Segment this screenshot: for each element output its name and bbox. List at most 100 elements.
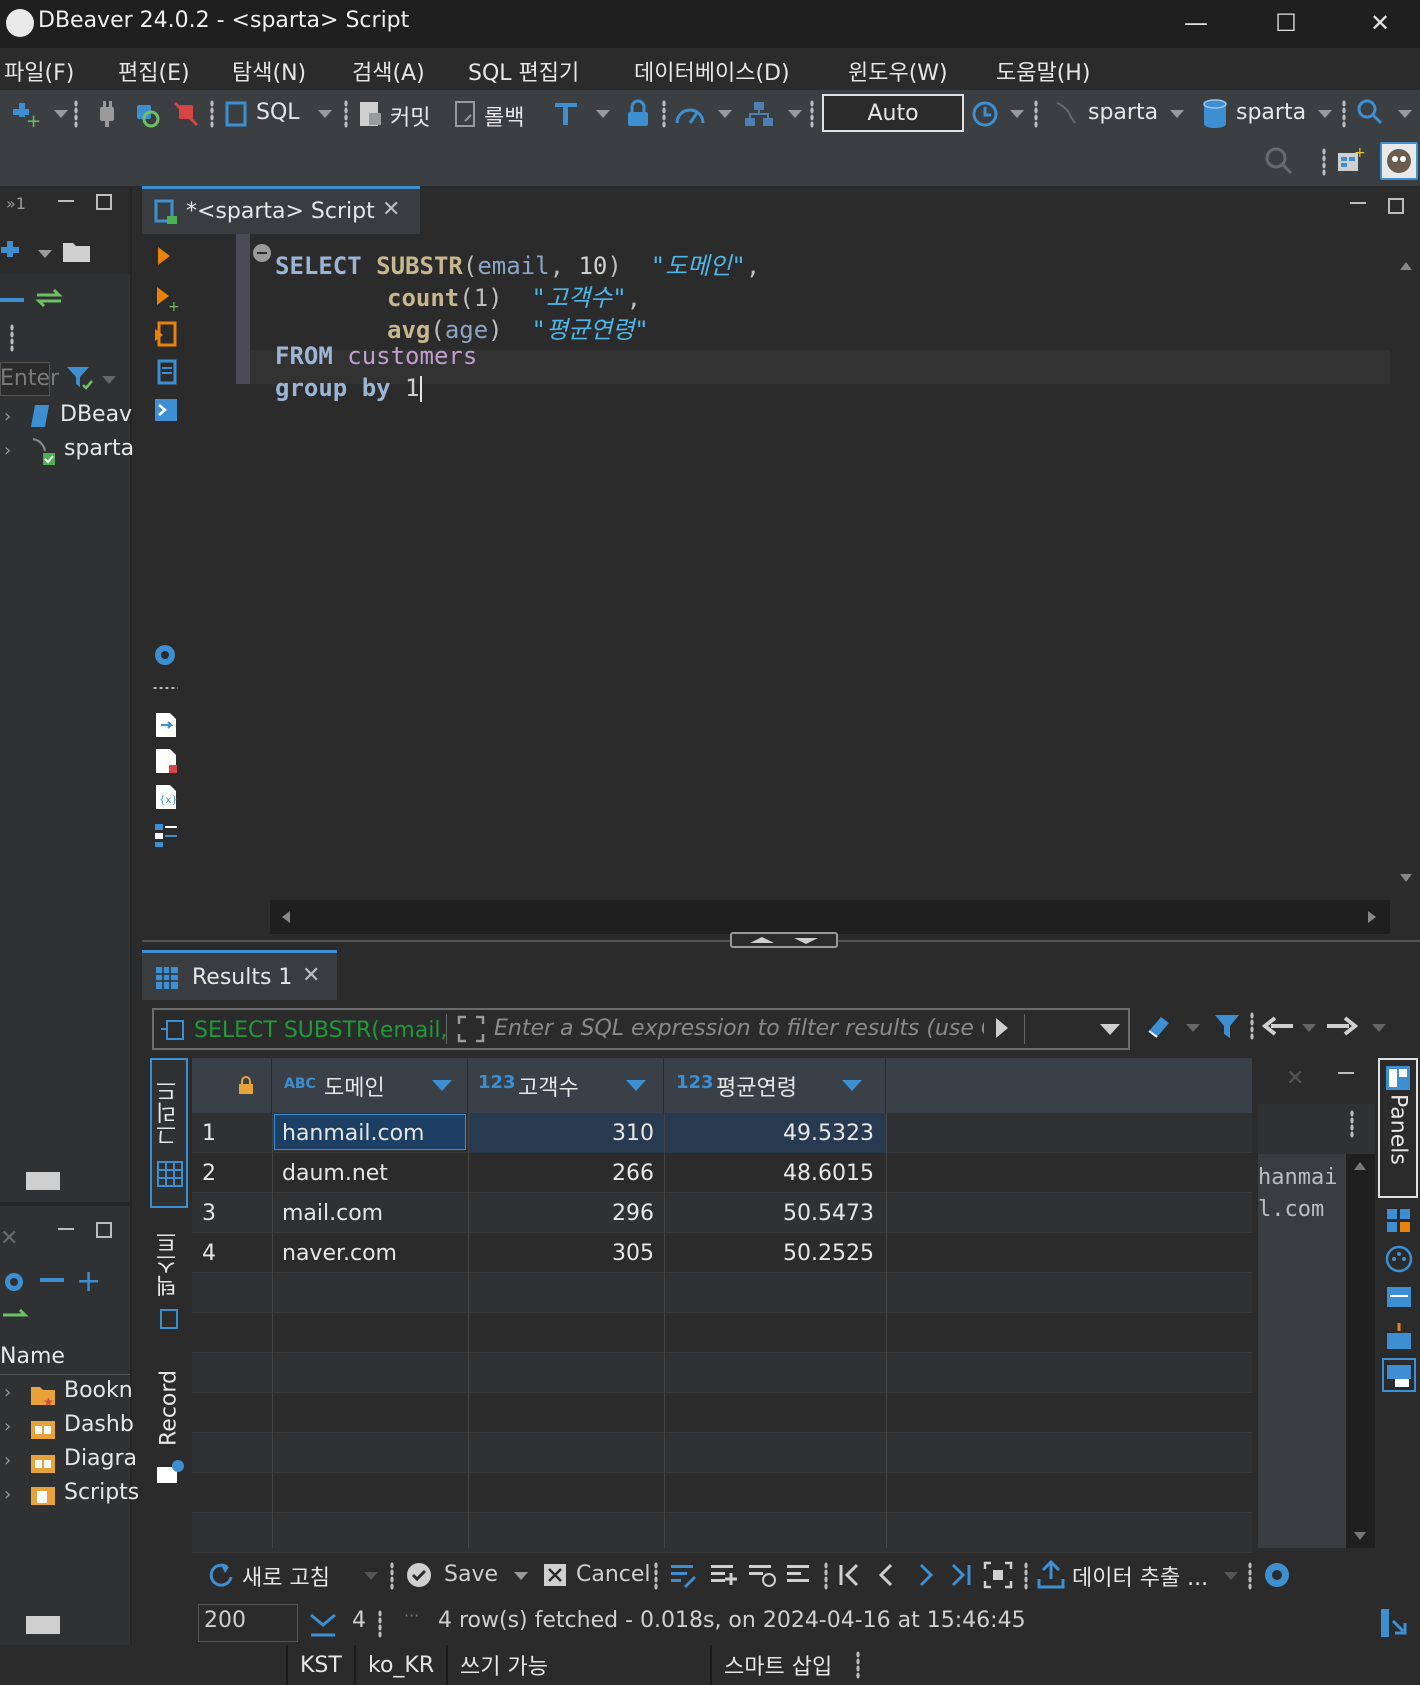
duplicate-row-icon[interactable] [746,1560,778,1590]
cell-customer-count[interactable]: 266 [472,1161,654,1186]
commit-icon[interactable] [356,98,384,130]
export-script-icon[interactable] [152,710,180,740]
menu-edit[interactable]: 편집(E) [118,55,190,87]
edit-cell-icon[interactable] [668,1560,700,1590]
table-row[interactable]: 4 naver.com 305 50.2525 [192,1233,1252,1273]
script-errors-icon[interactable] [152,746,180,776]
search-icon[interactable] [1354,96,1386,128]
cell-average-age[interactable]: 49.5323 [668,1121,874,1146]
table-row[interactable]: 2 daum.net 266 48.6015 [192,1153,1252,1193]
add-row-icon[interactable] [708,1560,740,1590]
execute-in-new-tab-icon[interactable]: + [152,284,180,312]
new-folder-icon[interactable] [60,236,94,266]
link-with-editor-icon[interactable] [32,284,66,312]
project-item-scripts[interactable]: Scripts [64,1480,139,1505]
filter-icon[interactable] [64,362,96,394]
fetch-size-input[interactable]: 200 [204,1608,246,1633]
active-schema-selector[interactable]: sparta [1236,100,1306,125]
fold-collapse-icon[interactable] [253,244,271,262]
tab-sparta-script[interactable]: *<sparta> Script ✕ [142,186,420,234]
new-connection-nav-icon[interactable] [0,238,30,268]
cell-domain[interactable]: naver.com [282,1241,397,1266]
close-button[interactable]: ✕ [1360,6,1400,40]
sort-arrow-icon[interactable] [626,1080,646,1091]
disconnect-icon[interactable] [170,98,202,130]
value-scrollbar[interactable] [1346,1154,1375,1548]
fetch-all-icon[interactable] [982,1560,1014,1590]
maximize-view-icon[interactable] [96,1222,112,1238]
table-row[interactable]: 1 hanmail.com 310 49.5323 [192,1113,1252,1153]
expand-chevron-icon[interactable]: › [4,406,11,427]
cancel-icon[interactable] [542,1562,568,1588]
back-arrow-icon[interactable] [1260,1012,1296,1040]
tab-results-1[interactable]: Results 1 ✕ [142,950,337,1000]
sort-arrow-icon[interactable] [432,1080,452,1091]
expand-chevron-icon[interactable]: › [4,1484,11,1505]
save-button[interactable]: Save [444,1562,498,1587]
schema-compare-icon[interactable] [742,98,776,130]
panels-icon[interactable] [1384,1064,1412,1092]
column-header-average-age[interactable]: 123 평균연령 [664,1058,886,1113]
tab-panels[interactable]: Panels [1378,1094,1418,1194]
collapse-icon[interactable] [40,1278,64,1282]
refresh-icon[interactable] [206,1560,236,1590]
cell-customer-count[interactable]: 310 [472,1121,654,1146]
table-row[interactable]: 3 mail.com 296 50.5473 [192,1193,1252,1233]
expand-chevron-icon[interactable]: › [4,440,11,461]
column-header-customer-count[interactable]: 123 고객수 [468,1058,664,1113]
transaction-mode-select[interactable]: Auto [822,94,964,132]
apply-filter-icon[interactable] [996,1018,1008,1038]
execution-plan-icon[interactable] [152,358,180,388]
editor-settings-icon[interactable] [150,640,180,670]
add-icon[interactable]: + [76,1264,101,1299]
splitter-toggle[interactable] [730,932,838,948]
lock-icon[interactable] [624,98,652,130]
cell-customer-count[interactable]: 305 [472,1241,654,1266]
minimize-view-icon[interactable] [58,200,74,202]
refresh-button[interactable]: 새로 고침 [242,1560,330,1592]
cell-average-age[interactable]: 50.2525 [668,1241,874,1266]
menu-database[interactable]: 데이터베이스(D) [634,55,790,87]
cell-domain[interactable]: mail.com [282,1201,383,1226]
export-data-icon[interactable] [1036,1558,1066,1590]
cell-average-age[interactable]: 50.5473 [668,1201,874,1226]
history-icon[interactable] [968,98,1002,130]
connect-icon[interactable] [92,98,122,130]
cell-customer-count[interactable]: 296 [472,1201,654,1226]
editor-vertical-scrollbar[interactable] [1392,234,1420,900]
cancel-button[interactable]: Cancel [576,1562,651,1587]
tab-grid[interactable]: 그리드 [150,1068,188,1158]
navigator-filter-input[interactable]: Enter [0,366,59,391]
active-datasource-selector[interactable]: sparta [1088,100,1158,125]
maximize-view-icon[interactable] [96,194,112,210]
tab-record[interactable]: Record [150,1368,188,1448]
transaction-mode-icon[interactable] [552,98,582,130]
metadata-panel-icon[interactable] [1384,1282,1414,1312]
menu-sql-editor[interactable]: SQL 편집기 [468,55,579,87]
open-perspective-icon[interactable]: + [1334,144,1366,176]
close-panel-icon[interactable]: ✕ [1286,1066,1304,1091]
cell-domain[interactable]: hanmail.com [282,1121,424,1146]
commit-button[interactable]: 커밋 [390,100,430,132]
grouping-panel-icon[interactable] [1384,1244,1414,1274]
project-item-dashboards[interactable]: Dashb [64,1412,134,1437]
outline-icon[interactable] [152,820,180,850]
project-scroll-thumb[interactable] [26,1616,60,1634]
maximize-button[interactable]: ☐ [1266,6,1306,40]
collapse-all-icon[interactable] [0,298,24,302]
execute-statement-icon[interactable] [152,244,176,268]
rollback-icon[interactable] [452,98,480,130]
close-view-icon[interactable]: ✕ [0,1226,18,1251]
minimize-panel-icon[interactable] [1338,1072,1354,1074]
menu-search[interactable]: 검색(A) [352,55,425,87]
minimize-editor-icon[interactable] [1350,202,1366,204]
clear-filter-icon[interactable] [1142,1010,1176,1044]
next-page-icon[interactable] [912,1560,938,1590]
execute-script-icon[interactable] [152,320,180,350]
filter-history-dropdown[interactable] [1100,1024,1120,1035]
menu-help[interactable]: 도움말(H) [996,55,1090,87]
results-settings-icon[interactable] [1260,1558,1294,1592]
minimize-view-icon[interactable] [58,1228,74,1230]
rollback-button[interactable]: 롤백 [484,100,524,132]
terminal-console-icon[interactable] [152,396,180,424]
